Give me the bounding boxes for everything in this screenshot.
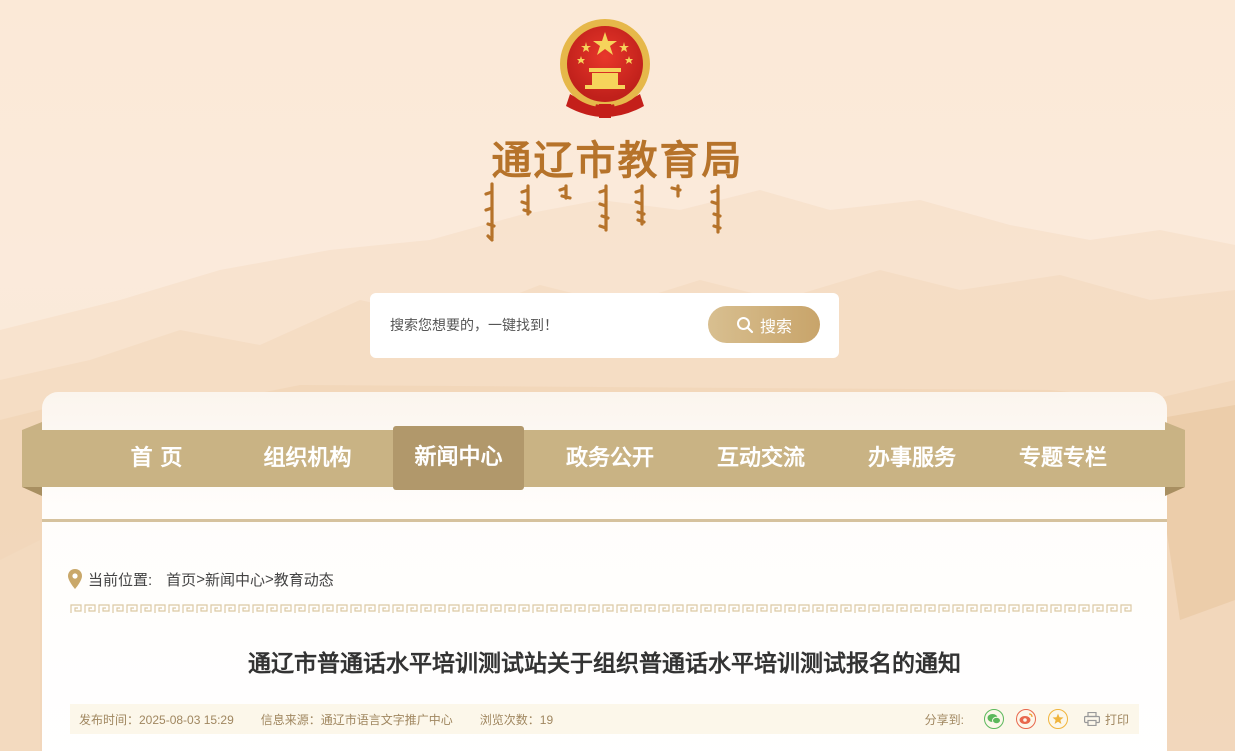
print-button[interactable]: 打印 — [1083, 711, 1129, 728]
search-button-label: 搜索 — [759, 318, 792, 336]
breadcrumb-label: 当前位置: — [88, 571, 153, 589]
search-box: 搜索 — [370, 293, 839, 358]
mongolian-title-logo — [478, 180, 738, 246]
breadcrumb-home-link[interactable]: 首页 — [166, 569, 196, 590]
nav-underline — [42, 519, 1167, 522]
search-icon — [736, 316, 754, 334]
nav-bar: 首 页 组织机构 新闻中心 政务公开 互动交流 办事服务 专题专栏 — [22, 426, 1185, 490]
nav-item-news-center[interactable]: 新闻中心 — [393, 426, 524, 490]
view-count: 浏览次数：19 — [479, 712, 554, 727]
share-label: 分享到: — [924, 712, 964, 727]
nav-ribbon-left — [22, 422, 42, 430]
site-title: 通辽市教育局 — [491, 138, 744, 184]
location-pin-icon — [68, 569, 82, 589]
nav-item-special-topics[interactable]: 专题专栏 — [1008, 430, 1118, 487]
search-input[interactable] — [390, 313, 690, 337]
printer-icon — [1083, 712, 1100, 726]
breadcrumb-education-news-link[interactable]: 教育动态 — [274, 569, 334, 590]
nav-ribbon-right — [1165, 422, 1185, 430]
main-nav: 首 页 组织机构 新闻中心 政务公开 互动交流 办事服务 专题专栏 — [22, 422, 1185, 496]
nav-item-organization[interactable]: 组织机构 — [255, 430, 360, 487]
article-title: 通辽市普通话水平培训测试站关于组织普通话水平培训测试报名的通知 — [248, 651, 961, 677]
nav-item-interaction[interactable]: 互动交流 — [706, 430, 816, 487]
breadcrumb-separator: > — [196, 570, 205, 588]
info-source: 信息来源：通辽市语言文字推广中心 — [260, 712, 453, 727]
breadcrumb-news-center-link[interactable]: 新闻中心 — [205, 569, 265, 590]
weibo-share-icon[interactable] — [1015, 709, 1036, 729]
nav-ribbon-fold-right — [1165, 487, 1185, 496]
national-emblem-icon — [556, 16, 654, 120]
nav-item-home[interactable]: 首 页 — [105, 430, 208, 487]
nav-ribbon-fold-left — [22, 487, 42, 496]
nav-item-services[interactable]: 办事服务 — [857, 430, 967, 487]
publish-time: 发布时间：2025-08-03 15:29 — [79, 712, 234, 727]
decorative-divider — [70, 604, 1134, 614]
breadcrumb: 当前位置: 首页 > 新闻中心 > 教育动态 — [68, 568, 334, 590]
wechat-share-icon[interactable] — [983, 709, 1004, 729]
share-area: 分享到: 打印 — [925, 709, 1129, 729]
qzone-share-icon[interactable] — [1047, 709, 1068, 729]
article-meta-bar: 发布时间：2025-08-03 15:29 信息来源：通辽市语言文字推广中心 浏… — [70, 704, 1139, 734]
print-label: 打印 — [1104, 712, 1129, 727]
search-button[interactable]: 搜索 — [708, 306, 820, 343]
breadcrumb-separator: > — [264, 570, 274, 588]
nav-item-government-affairs[interactable]: 政务公开 — [555, 430, 665, 487]
